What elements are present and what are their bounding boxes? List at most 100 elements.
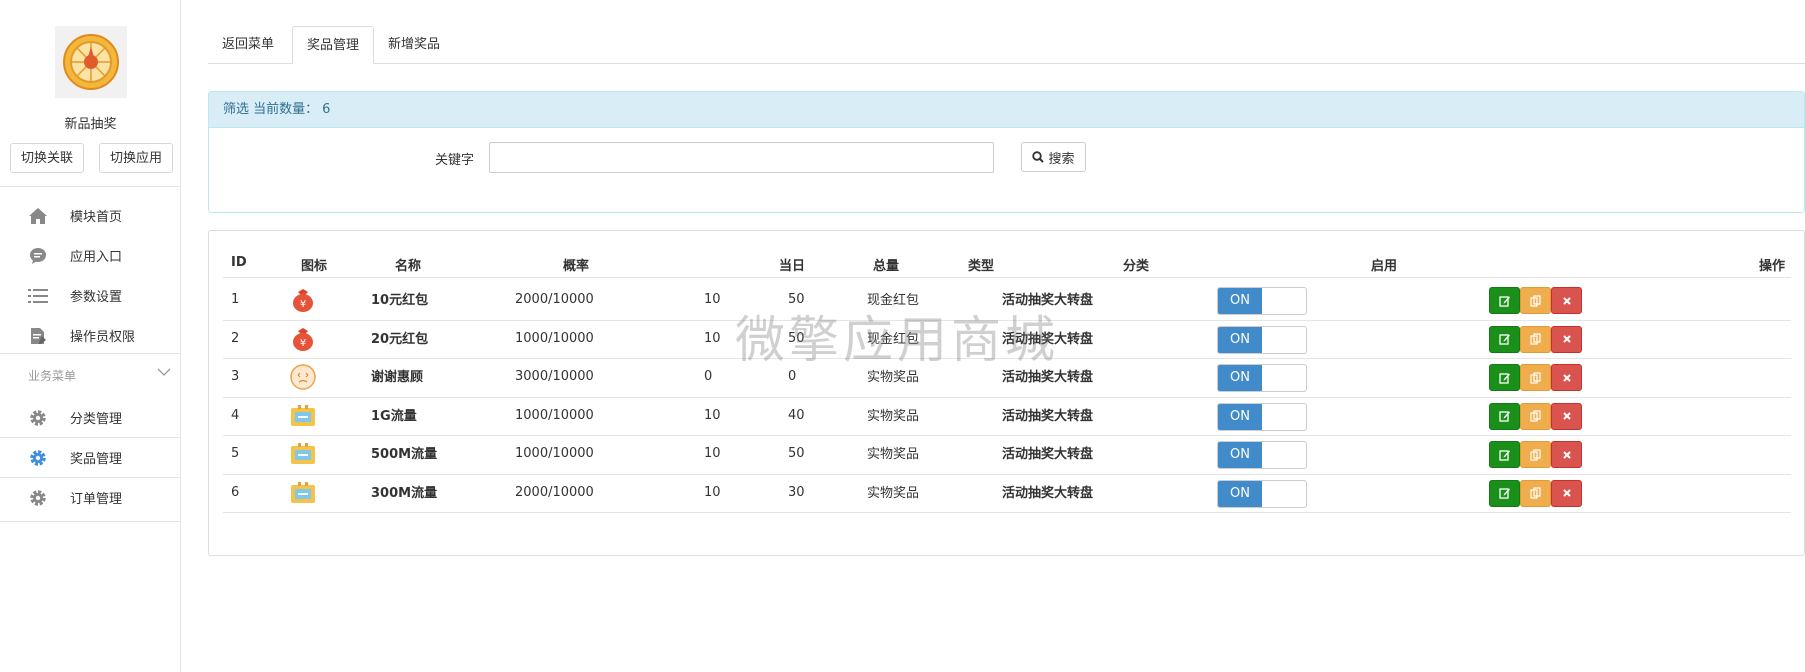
- gear-icon: [28, 448, 48, 468]
- col-header-type: 类型: [968, 259, 995, 274]
- prize-table-panel: ID 图标 名称 概率 当日 总量 类型 分类 启用 操作 1 ¥ 10元红包 …: [208, 230, 1805, 556]
- cell-name: 1G流量: [371, 408, 417, 424]
- list-icon: [28, 286, 48, 306]
- sidebar-item-label: 操作员权限: [70, 330, 136, 345]
- copy-icon: [1529, 371, 1541, 384]
- sidebar: 新品抽奖 切换关联 切换应用 模块首页 应用入口 参数设置 操作员权限 业务菜单…: [0, 0, 181, 672]
- cell-rate: 1000/10000: [515, 330, 594, 346]
- cell-rate: 2000/10000: [515, 484, 594, 500]
- copy-icon: [1529, 487, 1541, 499]
- toggle-on-label: ON: [1218, 365, 1262, 391]
- data-card-icon: [289, 440, 317, 468]
- delete-button[interactable]: [1551, 402, 1582, 430]
- cell-daily: 10: [704, 292, 721, 307]
- edit-button[interactable]: [1489, 287, 1520, 314]
- cell-id: 1: [231, 292, 240, 307]
- toggle-on-label: ON: [1218, 442, 1262, 468]
- row-divider: [223, 396, 1791, 398]
- sidebar-item-params[interactable]: 参数设置: [0, 276, 181, 314]
- delete-button[interactable]: [1551, 364, 1582, 391]
- enabled-toggle[interactable]: ON: [1217, 287, 1307, 315]
- copy-icon: [1529, 333, 1541, 345]
- cell-daily: 10: [704, 484, 721, 500]
- keyword-input[interactable]: [489, 142, 994, 173]
- filter-panel: 筛选 当前数量： 6 关键字 搜索: [208, 91, 1805, 213]
- copy-button[interactable]: [1520, 364, 1551, 391]
- copy-button[interactable]: [1520, 402, 1551, 430]
- data-card-icon: [289, 479, 317, 507]
- switch-app-button[interactable]: 切换应用: [99, 143, 173, 173]
- svg-text:¥: ¥: [300, 338, 306, 349]
- enabled-toggle[interactable]: ON: [1217, 479, 1307, 508]
- tab-back-to-menu[interactable]: 返回菜单: [208, 26, 288, 64]
- sidebar-item-app-entry[interactable]: 应用入口: [0, 236, 181, 274]
- chat-icon: [28, 246, 48, 266]
- cell-id: 6: [231, 484, 240, 500]
- cell-type: 实物奖品: [867, 408, 920, 424]
- cell-id: 3: [231, 369, 240, 384]
- delete-button[interactable]: [1551, 325, 1582, 353]
- edit-button[interactable]: [1489, 441, 1520, 468]
- col-header-icon: 图标: [301, 259, 328, 274]
- sidebar-item-order-management[interactable]: 订单管理: [0, 478, 181, 516]
- cell-rate: 3000/10000: [515, 369, 594, 384]
- cell-total: 30: [788, 484, 805, 500]
- search-button[interactable]: 搜索: [1021, 142, 1086, 172]
- filter-title: 筛选 当前数量：: [223, 102, 319, 117]
- col-header-id: ID: [231, 255, 247, 270]
- svg-text:¥: ¥: [300, 299, 306, 310]
- search-button-label: 搜索: [1048, 151, 1075, 167]
- edit-doc-icon: [28, 326, 48, 346]
- copy-icon: [1529, 448, 1541, 461]
- enabled-toggle[interactable]: ON: [1217, 325, 1307, 354]
- cell-name: 10元红包: [371, 293, 429, 308]
- cell-daily: 10: [704, 330, 721, 346]
- sidebar-item-prize-management[interactable]: 奖品管理: [0, 437, 181, 478]
- sidebar-item-operator-permissions[interactable]: 操作员权限: [0, 316, 181, 354]
- enabled-toggle[interactable]: ON: [1217, 364, 1307, 392]
- delete-button[interactable]: [1551, 479, 1582, 507]
- delete-button[interactable]: [1551, 287, 1582, 314]
- sidebar-item-label: 应用入口: [70, 250, 123, 265]
- row-divider: [223, 358, 1791, 359]
- smiley-icon: [289, 363, 317, 391]
- edit-button[interactable]: [1489, 364, 1520, 391]
- red-envelope-icon: ¥: [289, 325, 317, 353]
- sidebar-item-module-home[interactable]: 模块首页: [0, 196, 181, 234]
- copy-button[interactable]: [1520, 479, 1551, 507]
- delete-button[interactable]: [1551, 441, 1582, 468]
- tab-prize-management[interactable]: 奖品管理: [292, 26, 375, 64]
- cell-category: 活动抽奖大转盘: [1002, 331, 1094, 347]
- cell-name: 谢谢惠顾: [371, 370, 424, 385]
- sidebar-item-category-management[interactable]: 分类管理: [0, 398, 181, 436]
- close-icon: [1562, 450, 1571, 459]
- tab-add-prize[interactable]: 新增奖品: [374, 26, 454, 64]
- copy-button[interactable]: [1520, 287, 1551, 314]
- close-icon: [1562, 296, 1571, 305]
- cell-total: 0: [788, 369, 797, 384]
- copy-button[interactable]: [1520, 325, 1551, 353]
- switch-link-button[interactable]: 切换关联: [10, 143, 84, 173]
- edit-button[interactable]: [1489, 479, 1520, 507]
- cell-total: 50: [788, 330, 805, 346]
- edit-button[interactable]: [1489, 325, 1520, 353]
- cell-category: 活动抽奖大转盘: [1002, 293, 1094, 308]
- tab-bar: 返回菜单 奖品管理 新增奖品: [208, 26, 1805, 64]
- cell-category: 活动抽奖大转盘: [1002, 408, 1094, 424]
- row-divider: [223, 435, 1791, 436]
- copy-icon: [1529, 294, 1541, 307]
- edit-button[interactable]: [1489, 402, 1520, 430]
- cell-total: 50: [788, 446, 805, 461]
- menu-group-title[interactable]: 业务菜单: [28, 367, 76, 384]
- enabled-toggle[interactable]: ON: [1217, 402, 1307, 431]
- enabled-toggle[interactable]: ON: [1217, 441, 1307, 469]
- row-divider: [223, 473, 1791, 475]
- toggle-on-label: ON: [1218, 326, 1262, 353]
- copy-button[interactable]: [1520, 441, 1551, 468]
- chevron-down-icon[interactable]: [156, 364, 172, 380]
- copy-icon: [1529, 410, 1541, 422]
- cell-id: 5: [231, 446, 240, 461]
- edit-icon: [1498, 334, 1510, 345]
- edit-icon: [1498, 372, 1510, 384]
- toggle-on-label: ON: [1218, 480, 1262, 507]
